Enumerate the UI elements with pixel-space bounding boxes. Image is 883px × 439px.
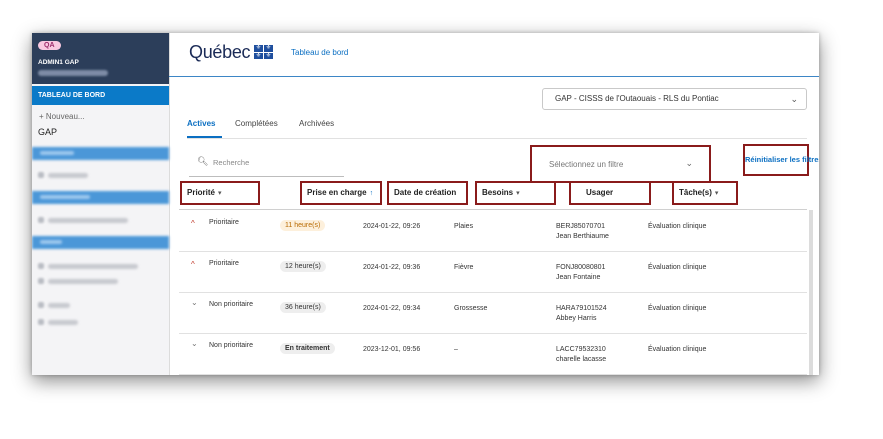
- cell-tache: Évaluation clinique: [648, 223, 707, 230]
- cell-priority: Non prioritaire: [209, 301, 253, 308]
- cell-priority: Prioritaire: [209, 260, 239, 267]
- fleur-de-lis-flag-icon: ⚜ ⚜ ⚜ ⚜: [254, 45, 273, 59]
- search-placeholder: Recherche: [213, 158, 250, 167]
- cell-usager-id: FONJ80080801: [556, 264, 606, 271]
- cell-usager-id: BERJ85070701: [556, 223, 606, 230]
- table-row[interactable]: ⌄ Non prioritaire 36 heure(s) 2024-01-22…: [179, 292, 807, 334]
- new-request-context: GAP: [38, 127, 58, 137]
- column-header-taches[interactable]: Tâche(s) ▾: [672, 181, 738, 205]
- sidebar-item-icon-redacted: [38, 302, 44, 308]
- sidebar-item-redacted[interactable]: [48, 303, 70, 308]
- cell-besoins: Grossesse: [454, 305, 488, 312]
- sidebar-item-redacted[interactable]: [48, 218, 128, 223]
- cell-date: 2024-01-22, 09:26: [363, 223, 421, 230]
- search-input[interactable]: 🔍︎ Recherche: [189, 150, 344, 177]
- column-header-priorite[interactable]: Priorité ▾: [180, 181, 260, 205]
- cell-date: 2024-01-22, 09:34: [363, 305, 421, 312]
- cell-usager-id: LACC79532310: [556, 346, 606, 353]
- sidebar: QA ADMIN1 GAP TABLEAU DE BORD + Nouveau.…: [32, 33, 170, 375]
- chevron-down-icon: ⌄: [790, 94, 798, 104]
- chevron-down-icon[interactable]: ⌄: [191, 339, 198, 348]
- cell-usager-name: Abbey Harris: [556, 315, 597, 322]
- column-header-date-creation[interactable]: Date de création: [387, 181, 468, 205]
- environment-badge: QA: [38, 41, 61, 50]
- sidebar-item-icon-redacted: [38, 172, 44, 178]
- new-request-link[interactable]: + Nouveau...: [39, 112, 85, 121]
- filter-sort-icon: ▾: [714, 190, 719, 197]
- sidebar-item-icon-redacted: [38, 263, 44, 269]
- app-window: QA ADMIN1 GAP TABLEAU DE BORD + Nouveau.…: [32, 33, 819, 375]
- cell-date: 2023-12-01, 09:56: [363, 346, 421, 353]
- sidebar-section-redacted: [32, 147, 169, 160]
- cell-besoins: –: [454, 346, 458, 353]
- sidebar-section-redacted: [32, 236, 169, 249]
- sidebar-item-icon-redacted: [38, 217, 44, 223]
- reset-filters-button[interactable]: Réinitialiser les filtres: [743, 144, 819, 176]
- sidebar-user-header: QA ADMIN1 GAP: [32, 33, 169, 84]
- organization-select-value: GAP - CISSS de l'Outaouais - RLS du Pont…: [555, 94, 719, 103]
- chevron-up-icon[interactable]: ^: [191, 219, 195, 228]
- cell-prise-en-charge-badge: 12 heure(s): [280, 261, 326, 272]
- cell-besoins: Fièvre: [454, 264, 474, 271]
- sort-ascending-icon: ↑: [369, 190, 374, 197]
- sidebar-item-redacted[interactable]: [48, 320, 78, 325]
- cell-usager-name: Jean Berthiaume: [556, 233, 609, 240]
- tab-archivees[interactable]: Archivées: [299, 119, 334, 128]
- cell-tache: Évaluation clinique: [648, 264, 707, 271]
- column-header-prise-en-charge[interactable]: Prise en charge ↑: [300, 181, 382, 205]
- cell-tache: Évaluation clinique: [648, 346, 707, 353]
- sidebar-item-redacted[interactable]: [48, 264, 138, 269]
- cell-usager-name: charelle lacasse: [556, 356, 607, 363]
- sidebar-item-icon-redacted: [38, 278, 44, 284]
- cell-usager-id: HARA79101524: [556, 305, 607, 312]
- cell-prise-en-charge-badge: 36 heure(s): [280, 302, 326, 313]
- cell-usager-name: Jean Fontaine: [556, 274, 601, 281]
- filter-select[interactable]: Sélectionnez un filtre ⌄: [530, 145, 711, 183]
- table-row[interactable]: ^ Prioritaire 12 heure(s) 2024-01-22, 09…: [179, 251, 807, 293]
- tab-actives[interactable]: Actives: [187, 119, 215, 128]
- cell-priority: Non prioritaire: [209, 342, 253, 349]
- cell-tache: Évaluation clinique: [648, 305, 707, 312]
- filter-placeholder: Sélectionnez un filtre: [549, 160, 624, 169]
- user-email-redacted: [38, 70, 108, 76]
- table-row[interactable]: ^ Prioritaire 11 heure(s) 2024-01-22, 09…: [179, 210, 807, 252]
- cell-priority: Prioritaire: [209, 219, 239, 226]
- user-name: ADMIN1 GAP: [38, 59, 79, 66]
- column-header-usager[interactable]: Usager: [569, 181, 651, 205]
- tab-completees[interactable]: Complétées: [235, 119, 278, 128]
- organization-select[interactable]: GAP - CISSS de l'Outaouais - RLS du Pont…: [542, 88, 807, 110]
- sidebar-item-tableau-de-bord[interactable]: TABLEAU DE BORD: [32, 86, 169, 105]
- column-header-besoins[interactable]: Besoins ▾: [475, 181, 556, 205]
- main-content: Québec ⚜ ⚜ ⚜ ⚜ Tableau de bord GAP - CISSS…: [169, 33, 819, 375]
- table-row[interactable]: ⌄ Non prioritaire En traitement 2023-12-…: [179, 333, 807, 375]
- nav-tableau-de-bord[interactable]: Tableau de bord: [291, 48, 348, 57]
- chevron-down-icon: ⌄: [685, 158, 693, 168]
- cell-prise-en-charge-badge: En traitement: [280, 343, 335, 354]
- chevron-up-icon[interactable]: ^: [191, 260, 195, 269]
- sidebar-item-icon-redacted: [38, 319, 44, 325]
- filter-sort-icon: ▾: [516, 190, 520, 197]
- cell-besoins: Plaies: [454, 223, 474, 230]
- table-scrollbar[interactable]: [809, 210, 813, 375]
- quebec-logo: Québec: [189, 42, 251, 62]
- chevron-down-icon[interactable]: ⌄: [191, 298, 198, 307]
- search-icon: 🔍︎: [197, 156, 209, 166]
- sidebar-item-redacted[interactable]: [48, 173, 88, 178]
- tabs-divider: [187, 138, 807, 139]
- sidebar-section-redacted: [32, 191, 169, 204]
- cell-date: 2024-01-22, 09:36: [363, 264, 421, 271]
- top-bar: Québec ⚜ ⚜ ⚜ ⚜ Tableau de bord: [169, 33, 819, 77]
- cell-prise-en-charge-badge: 11 heure(s): [280, 220, 326, 231]
- sidebar-item-redacted[interactable]: [48, 279, 118, 284]
- filter-sort-icon: ▾: [218, 190, 222, 197]
